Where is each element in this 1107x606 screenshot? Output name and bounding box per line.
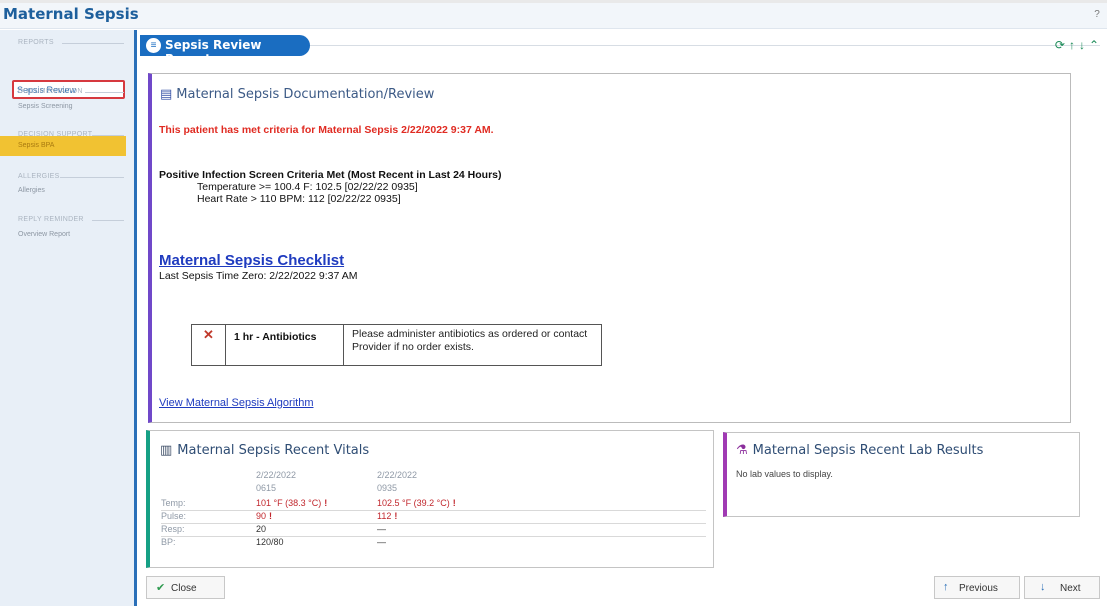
table-icon: ▥ — [160, 443, 173, 458]
vital-value: 101 °F (38.3 °C)! — [256, 498, 328, 508]
report-title: Sepsis Review Report — [165, 38, 262, 66]
check-icon: ✔ — [156, 582, 166, 594]
sidebar-divider — [85, 92, 124, 93]
refresh-icon[interactable]: ⟳ — [1055, 38, 1065, 52]
vital-label: Pulse: — [161, 511, 187, 521]
sidebar-item-allergies[interactable]: Allergies — [18, 187, 45, 194]
sidebar-item-label: Sepsis BPA — [18, 142, 55, 149]
vitals-row-resp: Resp: 20 — — [161, 524, 706, 537]
vital-value: 120/80 — [256, 537, 284, 547]
app-title: Maternal Sepsis — [3, 5, 139, 23]
lab-results-title-text: Maternal Sepsis Recent Lab Results — [752, 443, 984, 458]
vital-value: 112! — [377, 511, 398, 521]
checklist-item-cell: 1 hr - Antibiotics — [226, 325, 344, 365]
arrow-down-icon[interactable]: ↓ — [1079, 38, 1085, 52]
sepsis-alert: This patient has met criteria for Matern… — [159, 124, 494, 136]
sidebar-section-heading: DOCUMENTATION — [18, 88, 83, 95]
report-actions: ⟳ ↑ ↓ ⌃ — [1051, 38, 1099, 52]
close-button[interactable]: ✔ Close — [146, 576, 225, 599]
vital-value: — — [377, 537, 386, 547]
collapse-icon[interactable]: ⌃ — [1089, 38, 1099, 52]
documentation-title-text: Maternal Sepsis Documentation/Review — [176, 87, 435, 102]
documentation-title: ▤ Maternal Sepsis Documentation/Review — [160, 87, 434, 102]
sidebar-item-overview-report[interactable]: Overview Report — [18, 231, 70, 238]
next-button[interactable]: ↓ Next — [1024, 576, 1100, 599]
vitals-column-head: 2/22/2022 0935 — [377, 469, 417, 495]
report-icon: ≡ — [146, 38, 161, 53]
abnormal-flag-icon: ! — [269, 511, 273, 521]
screen-criteria-temp: Temperature >= 100.4 F: 102.5 [02/22/22 … — [197, 181, 418, 193]
checklist-instruction: Please administer antibiotics as ordered… — [352, 328, 588, 353]
vitals-row-bp: BP: 120/80 — — [161, 537, 706, 550]
sidebar-divider — [60, 177, 124, 178]
sidebar-item-sepsis-screening[interactable]: Sepsis Screening — [18, 103, 72, 110]
vitals-card: ▥ Maternal Sepsis Recent Vitals 2/22/2022… — [146, 430, 714, 568]
abnormal-flag-icon: ! — [452, 498, 456, 508]
title-bar: Maternal Sepsis ? — [0, 3, 1107, 29]
lab-results-empty: No lab values to display. — [736, 469, 833, 479]
clipboard-icon: ▤ — [160, 87, 173, 102]
sidebar-item-sepsis-bpa[interactable]: Sepsis BPA — [0, 136, 126, 156]
vitals-title-text: Maternal Sepsis Recent Vitals — [177, 443, 370, 458]
vital-label: Resp: — [161, 524, 185, 534]
algorithm-link[interactable]: View Maternal Sepsis Algorithm — [159, 397, 313, 409]
report-title-tab: ≡ Sepsis Review Report — [140, 35, 310, 66]
arrow-down-icon: ↓ — [1040, 581, 1046, 593]
vitals-column-head: 2/22/2022 0615 — [256, 469, 296, 495]
vital-value: — — [377, 524, 386, 534]
vital-value: 20 — [256, 524, 267, 534]
help-icon[interactable]: ? — [1091, 9, 1103, 21]
next-button-label: Next — [1060, 583, 1081, 594]
documentation-card: ▤ Maternal Sepsis Documentation/Review Th… — [148, 73, 1071, 423]
checklist-link[interactable]: Maternal Sepsis Checklist — [159, 252, 344, 269]
previous-button[interactable]: ↑ Previous — [934, 576, 1020, 599]
sepsis-time-zero: Last Sepsis Time Zero: 2/22/2022 9:37 AM — [159, 270, 358, 282]
sidebar-divider — [92, 220, 124, 221]
sidebar: REPORTS Sepsis Review DOCUMENTATION Seps… — [0, 30, 134, 606]
vital-value: 90! — [256, 511, 273, 521]
sidebar-section-heading: REPORTS — [18, 39, 54, 46]
abnormal-flag-icon: ! — [394, 511, 398, 521]
sidebar-border — [134, 30, 137, 606]
column-time: 0935 — [377, 483, 398, 493]
abnormal-flag-icon: ! — [324, 498, 328, 508]
vital-value: 102.5 °F (39.2 °C)! — [377, 498, 456, 508]
previous-button-label: Previous — [959, 583, 998, 594]
arrow-up-icon: ↑ — [943, 581, 949, 593]
arrow-up-icon[interactable]: ↑ — [1069, 38, 1075, 52]
close-button-label: Close — [171, 583, 197, 594]
lab-results-title: ⚗ Maternal Sepsis Recent Lab Results — [736, 443, 983, 458]
screen-criteria-hr: Heart Rate > 110 BPM: 112 [02/22/22 0935… — [197, 193, 401, 205]
vitals-row-temp: Temp: 101 °F (38.3 °C)! 102.5 °F (39.2 °… — [161, 498, 706, 511]
checklist-item: 1 hr - Antibiotics — [234, 331, 317, 343]
lab-results-card: ⚗ Maternal Sepsis Recent Lab Results No l… — [723, 432, 1080, 517]
checklist-status-cell: ✕ — [192, 325, 226, 365]
sidebar-section-heading: ALLERGIES — [18, 173, 60, 180]
vital-label: Temp: — [161, 498, 186, 508]
column-date: 2/22/2022 — [377, 470, 418, 480]
flask-icon: ⚗ — [736, 443, 748, 458]
column-time: 0615 — [256, 483, 277, 493]
sidebar-divider — [62, 43, 124, 44]
screen-criteria-heading: Positive Infection Screen Criteria Met (… — [159, 169, 502, 181]
header-divider — [310, 45, 1100, 46]
vitals-row-pulse: Pulse: 90! 112! — [161, 511, 706, 524]
column-date: 2/22/2022 — [256, 470, 297, 480]
incomplete-x-icon: ✕ — [203, 327, 214, 342]
vital-label: BP: — [161, 537, 176, 547]
checklist-table: ✕ 1 hr - Antibiotics Please administer a… — [191, 324, 602, 366]
sidebar-section-heading: REPLY REMINDER — [18, 216, 84, 223]
vitals-title: ▥ Maternal Sepsis Recent Vitals — [160, 443, 369, 458]
